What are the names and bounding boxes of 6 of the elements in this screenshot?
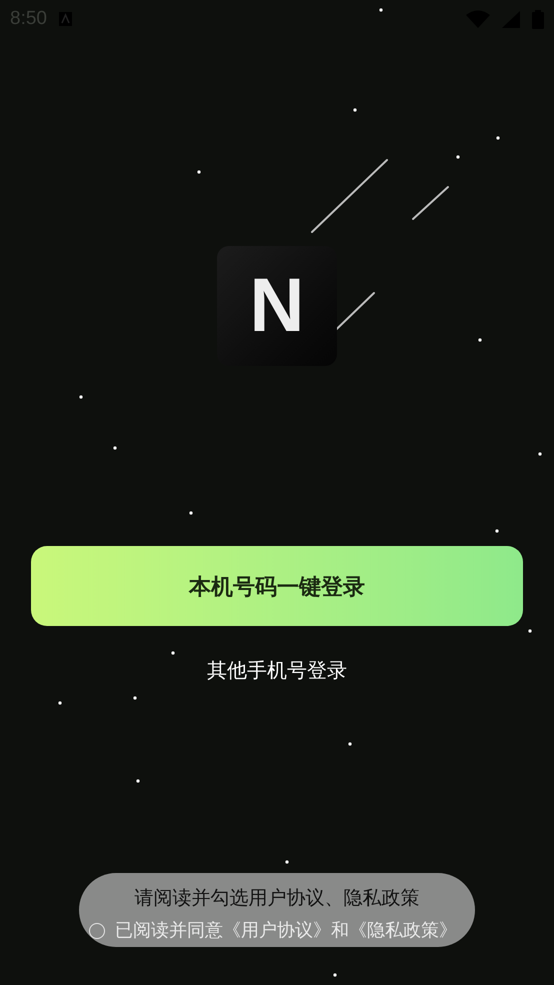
one-click-login-button[interactable]: 本机号码一键登录: [31, 546, 523, 626]
agreement-text: 已阅读并同意《用户协议》和《隐私政策》: [115, 919, 457, 942]
agreement-radio[interactable]: [89, 922, 105, 938]
app-logo: N: [217, 246, 337, 366]
other-phone-login-link[interactable]: 其他手机号登录: [207, 656, 347, 686]
notification-icon: [58, 12, 72, 26]
